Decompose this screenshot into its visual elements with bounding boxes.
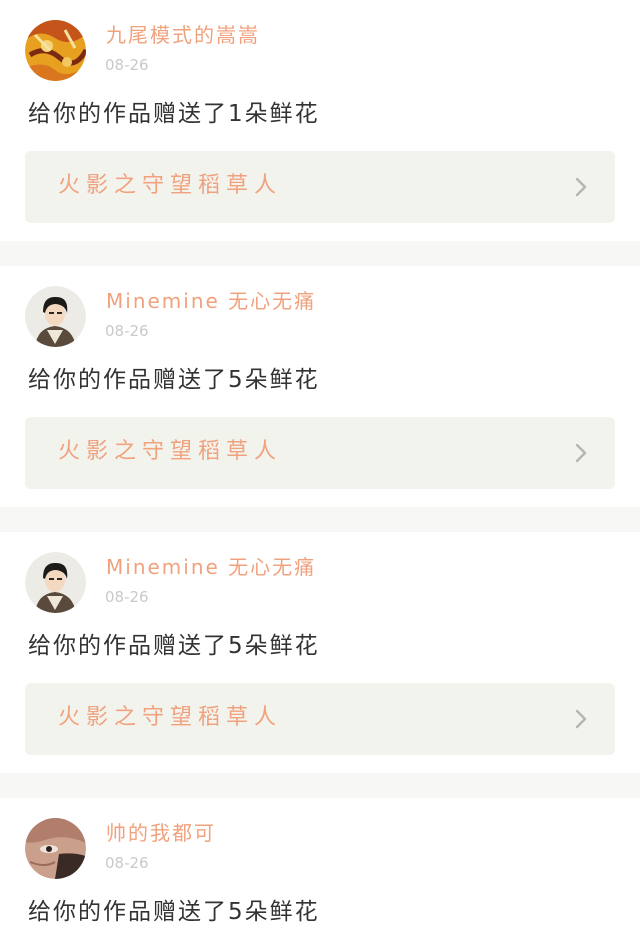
work-link-card[interactable]: 火影之守望稻草人 [25,417,615,489]
separator [0,507,640,532]
chevron-right-icon [575,177,587,197]
orange-pattern-avatar-icon [25,20,86,81]
work-title: 火影之守望稻草人 [58,439,283,464]
chevron-right-icon [575,709,587,729]
notification-card: 帅的我都可 08-26 给你的作品赠送了5朵鲜花 [0,798,640,933]
separator [0,773,640,798]
gift-message: 给你的作品赠送了5朵鲜花 [28,633,320,659]
username[interactable]: Minemine 无心无痛 [106,288,316,314]
work-link-card[interactable]: 火影之守望稻草人 [25,683,615,755]
notification-card: Minemine 无心无痛 08-26 给你的作品赠送了5朵鲜花 火影之守望稻草… [0,532,640,773]
username[interactable]: 九尾模式的嵩嵩 [106,22,260,48]
gift-notification-feed: 九尾模式的嵩嵩 08-26 给你的作品赠送了1朵鲜花 火影之守望稻草人 Mine… [0,0,640,933]
work-link-card[interactable]: 火影之守望稻草人 [25,151,615,223]
work-title: 火影之守望稻草人 [58,173,283,198]
avatar[interactable] [25,818,86,879]
avatar[interactable] [25,552,86,613]
timestamp: 08-26 [105,588,149,606]
username[interactable]: Minemine 无心无痛 [106,554,316,580]
anime-boy-avatar-icon [25,552,86,613]
gift-message: 给你的作品赠送了5朵鲜花 [28,367,320,393]
work-title: 火影之守望稻草人 [58,705,283,730]
timestamp: 08-26 [105,854,149,872]
separator [0,241,640,266]
masked-face-avatar-icon [25,818,86,879]
avatar[interactable] [25,20,86,81]
timestamp: 08-26 [105,56,149,74]
username[interactable]: 帅的我都可 [106,820,216,846]
gift-message: 给你的作品赠送了1朵鲜花 [28,101,320,127]
timestamp: 08-26 [105,322,149,340]
notification-card: Minemine 无心无痛 08-26 给你的作品赠送了5朵鲜花 火影之守望稻草… [0,266,640,507]
chevron-right-icon [575,443,587,463]
avatar[interactable] [25,286,86,347]
gift-message: 给你的作品赠送了5朵鲜花 [28,899,320,925]
notification-card: 九尾模式的嵩嵩 08-26 给你的作品赠送了1朵鲜花 火影之守望稻草人 [0,0,640,241]
anime-boy-avatar-icon [25,286,86,347]
